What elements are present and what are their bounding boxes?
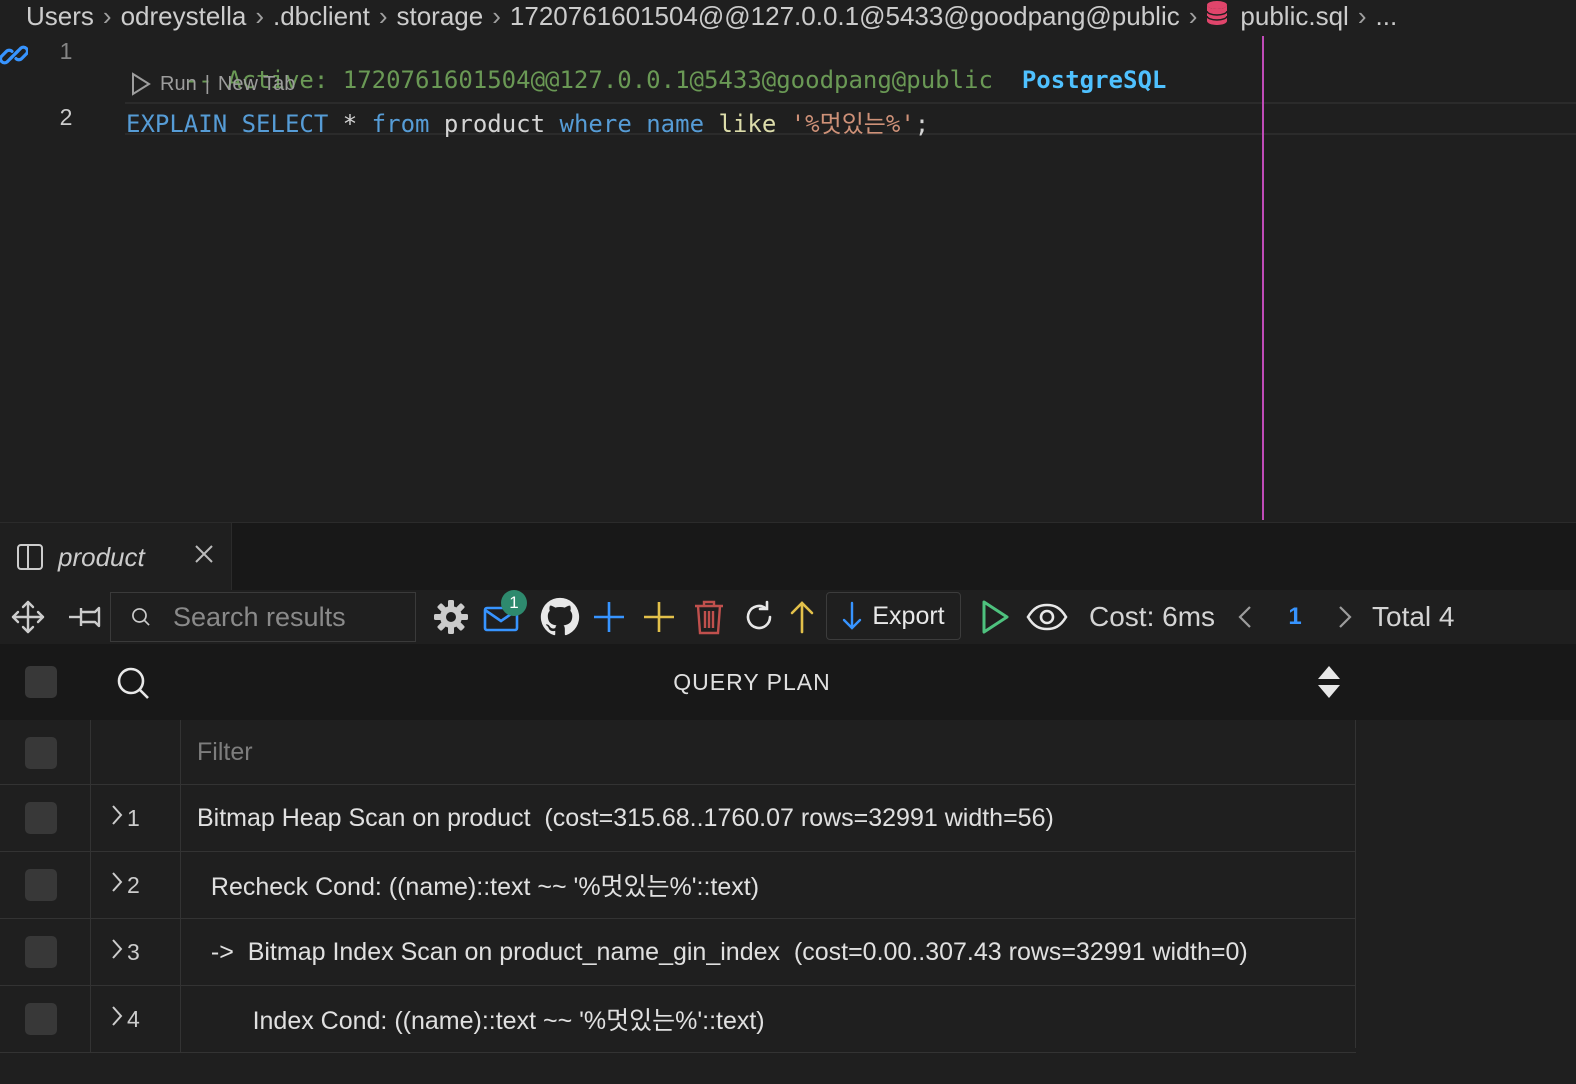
breadcrumb-item-users[interactable]: Users <box>26 1 94 32</box>
pin-icon[interactable] <box>64 596 104 638</box>
breadcrumb-item-storage[interactable]: storage <box>397 1 484 32</box>
result-toolbar: Export Cost: 6ms 1 Total 4 <box>0 590 1576 644</box>
query-cost: Cost: 6ms <box>1089 601 1216 632</box>
row-checkbox[interactable] <box>25 936 57 968</box>
kw-select: SELECT <box>241 110 329 138</box>
kw-like: like <box>718 110 777 138</box>
database-icon <box>1206 0 1229 32</box>
close-icon[interactable] <box>193 543 215 570</box>
mail-badge: 1 <box>501 590 527 616</box>
column-header-query-plan[interactable]: QUERY PLAN <box>180 644 1324 720</box>
search-icon <box>132 608 150 626</box>
db-type-label: PostgreSQL <box>1021 66 1167 94</box>
result-table: Filter 1 Bitmap Heap Scan on product (co… <box>0 720 1356 1053</box>
chevron-right-icon: › <box>378 0 388 31</box>
table-row[interactable]: 1 Bitmap Heap Scan on product (cost=315.… <box>0 785 1356 852</box>
row-index: 2 <box>127 871 140 898</box>
row-index: 1 <box>127 804 140 831</box>
row-index: 3 <box>127 938 140 965</box>
query-plan-cell[interactable]: Index Cond: ((name)::text ~~ '%멋있는%'::te… <box>181 986 1356 1052</box>
active-connection-comment: -- Active: 1720761601504@@127.0.0.1@5433… <box>183 66 993 94</box>
search-icon[interactable] <box>116 666 150 705</box>
breadcrumb-item-file[interactable]: public.sql <box>1206 0 1349 32</box>
line-number: 2 <box>59 104 73 130</box>
line-number: 1 <box>59 38 73 64</box>
result-tab-bar: product <box>0 522 1576 591</box>
chevron-right-icon: › <box>255 0 264 31</box>
query-plan-cell[interactable]: -> Bitmap Index Scan on product_name_gin… <box>181 919 1356 985</box>
split-panel-icon <box>17 544 43 570</box>
chevron-right-icon[interactable] <box>111 871 123 899</box>
chevron-right-icon[interactable] <box>1334 596 1356 638</box>
row-checkbox[interactable] <box>25 737 57 769</box>
column-ident: name <box>646 110 705 138</box>
export-label: Export <box>872 601 945 630</box>
run-play-icon[interactable] <box>976 596 1014 638</box>
add-row-icon[interactable] <box>590 596 628 638</box>
table-row[interactable]: 2 Recheck Cond: ((name)::text ~~ '%멋있는%'… <box>0 852 1356 919</box>
table-right-border <box>1355 720 1356 1048</box>
delete-trash-icon[interactable] <box>690 596 728 638</box>
tab-product[interactable]: product <box>0 523 232 591</box>
table-row[interactable]: 3 -> Bitmap Index Scan on product_name_g… <box>0 919 1356 986</box>
move-icon[interactable] <box>8 596 48 638</box>
kw-from: from <box>371 110 430 138</box>
chevron-right-icon: › <box>1188 0 1198 31</box>
play-icon <box>132 72 151 96</box>
arrow-up-icon[interactable] <box>786 596 818 638</box>
select-all-checkbox[interactable] <box>25 666 57 698</box>
code-line-2[interactable]: EXPLAIN SELECT * from product where name… <box>126 104 929 139</box>
chevron-left-icon[interactable] <box>1234 596 1256 638</box>
breadcrumb: Users › odreystella › .dbclient › storag… <box>0 0 1576 32</box>
arrow-down-icon <box>843 601 862 630</box>
export-button[interactable]: Export <box>826 592 961 640</box>
file-name: public.sql <box>1240 0 1349 31</box>
semicolon: ; <box>914 110 930 138</box>
table-ident: product <box>443 110 546 138</box>
grid-header: QUERY PLAN <box>0 644 1576 720</box>
row-index: 4 <box>127 1005 140 1032</box>
filter-input[interactable]: Filter <box>181 720 1356 784</box>
breadcrumb-item-connection[interactable]: 1720761601504@@127.0.0.1@5433@goodpang@p… <box>510 1 1180 32</box>
row-checkbox[interactable] <box>25 1003 57 1035</box>
total-count: Total 4 <box>1372 601 1455 632</box>
eye-icon[interactable] <box>1024 596 1070 638</box>
chevron-right-icon[interactable] <box>111 938 123 966</box>
query-plan-cell[interactable]: Bitmap Heap Scan on product (cost=315.68… <box>181 785 1356 851</box>
chevron-right-icon: › <box>1357 0 1367 31</box>
breadcrumb-item-dbclient[interactable]: .dbclient <box>273 1 370 32</box>
kw-where: where <box>559 110 632 138</box>
chevron-right-icon[interactable] <box>111 804 123 832</box>
breadcrumb-item-more[interactable]: ... <box>1376 1 1398 32</box>
row-checkbox[interactable] <box>25 869 57 901</box>
star: * <box>342 110 358 138</box>
settings-gear-icon[interactable] <box>432 596 470 638</box>
table-row[interactable]: 4 Index Cond: ((name)::text ~~ '%멋있는%'::… <box>0 986 1356 1053</box>
string-literal: '%멋있는%' <box>790 110 915 138</box>
codelens-new-tab[interactable]: New Tab <box>218 73 295 96</box>
chevron-right-icon: › <box>102 0 112 31</box>
search-results-box[interactable] <box>110 592 416 642</box>
codelens-run[interactable]: Run <box>160 73 197 96</box>
codelens-separator: | <box>204 72 210 95</box>
result-grid: QUERY PLAN Filter 1 Bitmap Heap Scan on … <box>0 644 1576 1084</box>
sort-icon[interactable] <box>1316 664 1342 705</box>
link-icon[interactable] <box>0 40 29 75</box>
query-plan-cell[interactable]: Recheck Cond: ((name)::text ~~ '%멋있는%'::… <box>181 852 1356 918</box>
github-icon[interactable] <box>540 596 580 638</box>
codelens: Run | New Tab <box>130 72 295 96</box>
add-column-icon[interactable] <box>640 596 678 638</box>
chevron-right-icon[interactable] <box>111 1005 123 1033</box>
kw-explain: EXPLAIN <box>126 110 228 138</box>
row-checkbox[interactable] <box>25 802 57 834</box>
refresh-icon[interactable] <box>740 596 778 638</box>
page-number[interactable]: 1 <box>1280 596 1310 638</box>
filter-row: Filter <box>0 720 1356 785</box>
tab-title: product <box>58 541 145 572</box>
breadcrumb-item-user[interactable]: odreystella <box>121 1 247 32</box>
editor-ruler <box>1262 36 1264 520</box>
sql-editor[interactable]: 1 -- Active: 1720761601504@@127.0.0.1@54… <box>0 32 1576 522</box>
chevron-right-icon: › <box>492 0 501 31</box>
search-input[interactable] <box>171 600 415 634</box>
